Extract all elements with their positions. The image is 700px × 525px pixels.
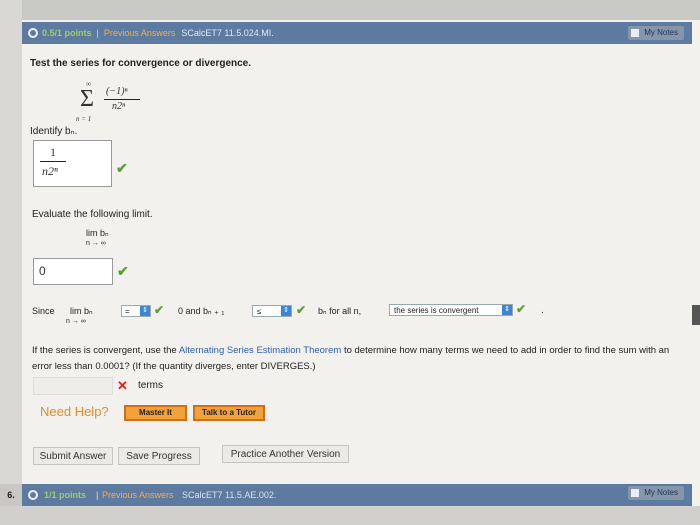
incorrect-x-icon: ✕ (117, 378, 128, 393)
limit-answer-field[interactable]: 0 (33, 258, 113, 285)
limit-answer-value: 0 (39, 264, 46, 278)
my-notes-label: My Notes (644, 28, 678, 37)
my-notes-label: My Notes (644, 488, 678, 497)
master-it-button[interactable]: Master It (124, 405, 187, 421)
alternating-series-theorem-link[interactable]: Alternating Series Estimation Theorem (179, 345, 341, 356)
bottom-strip (0, 506, 700, 525)
select-value: ≤ (257, 307, 262, 316)
terms-input[interactable] (33, 377, 113, 395)
previous-answers-link[interactable]: Previous Answers (104, 28, 176, 38)
scroll-handle[interactable] (692, 305, 700, 325)
correct-check-icon: ✔ (296, 303, 307, 317)
limit-subscript: n → ∞ (86, 240, 106, 247)
talk-to-tutor-button[interactable]: Talk to a Tutor (193, 405, 265, 421)
points-label: 0.5/1 points (42, 28, 92, 38)
question-header: 0.5/1 points | Previous Answers SCalcET7… (22, 22, 692, 44)
dropdown-arrow-icon: ⇕ (502, 305, 512, 315)
limit-expression: lim bₙ (86, 228, 109, 238)
since-limit-subscript: n → ∞ (66, 318, 86, 325)
terms-label: terms (138, 380, 163, 391)
previous-answers-link[interactable]: Previous Answers (102, 490, 174, 500)
series-denominator: n2ⁿ (112, 101, 126, 112)
conclusion-select[interactable]: the series is convergent ⇕ (389, 304, 513, 316)
question-prompt: Test the series for convergence or diver… (30, 58, 252, 69)
since-middle-text: 0 and bₙ ₊ ₁ (178, 306, 225, 316)
status-circle-icon (28, 28, 38, 38)
top-bar (0, 0, 700, 20)
separator: | (96, 490, 99, 500)
submit-answer-button[interactable]: Submit Answer (33, 447, 113, 465)
need-help-label: Need Help? (40, 404, 109, 419)
status-circle-icon (28, 490, 38, 500)
left-gutter (0, 0, 22, 525)
practice-another-version-button[interactable]: Practice Another Version (222, 445, 349, 463)
select-value: the series is convergent (394, 306, 479, 315)
question-header: 1/1 points | Previous Answers SCalcET7 1… (22, 484, 692, 506)
series-numerator: (−1)ⁿ (106, 86, 128, 97)
correct-check-icon: ✔ (516, 302, 527, 316)
notes-icon (631, 489, 640, 497)
estimation-text-before: If the series is convergent, use the (32, 345, 177, 356)
bn-for-all-text: bₙ for all n, (318, 306, 362, 316)
question-number: 6. (0, 484, 22, 506)
assignment-page: 0.5/1 points | Previous Answers SCalcET7… (0, 0, 700, 525)
question-code: SCalcET7 11.5.024.MI. (181, 28, 274, 38)
save-progress-button[interactable]: Save Progress (118, 447, 200, 465)
correct-check-icon: ✔ (116, 160, 128, 176)
bn-numerator: 1 (50, 145, 56, 159)
estimation-question: If the series is convergent, use the Alt… (32, 343, 682, 375)
series-expression: ∞ Σ n = 1 (−1)ⁿ n2ⁿ (74, 80, 184, 123)
fraction-bar (104, 99, 140, 100)
bn-denominator: n2ⁿ (42, 164, 58, 178)
my-notes-button[interactable]: My Notes (628, 486, 684, 500)
separator: | (96, 28, 99, 38)
since-label: Since (32, 306, 55, 316)
since-limit: lim bₙ (70, 306, 93, 316)
select-value: = (125, 307, 130, 316)
bn-answer-field[interactable]: 1 n2ⁿ (33, 140, 112, 187)
correct-check-icon: ✔ (154, 303, 165, 317)
correct-check-icon: ✔ (117, 263, 129, 279)
comparison-select-1[interactable]: = ⇕ (121, 305, 151, 317)
question-code: SCalcET7 11.5.AE.002. (182, 490, 277, 500)
points-label: 1/1 points (44, 490, 87, 500)
sigma-symbol: Σ (80, 86, 94, 112)
identify-label: Identify bₙ. (30, 126, 78, 137)
series-lower-limit: n = 1 (76, 115, 92, 123)
notes-icon (631, 29, 640, 37)
limit-prompt: Evaluate the following limit. (32, 209, 153, 220)
dropdown-arrow-icon: ⇕ (140, 306, 150, 316)
dropdown-arrow-icon: ⇕ (281, 306, 291, 316)
my-notes-button[interactable]: My Notes (628, 26, 684, 40)
bn-fraction-bar (40, 161, 66, 162)
comparison-select-2[interactable]: ≤ ⇕ (252, 305, 292, 317)
period: . (541, 305, 544, 316)
